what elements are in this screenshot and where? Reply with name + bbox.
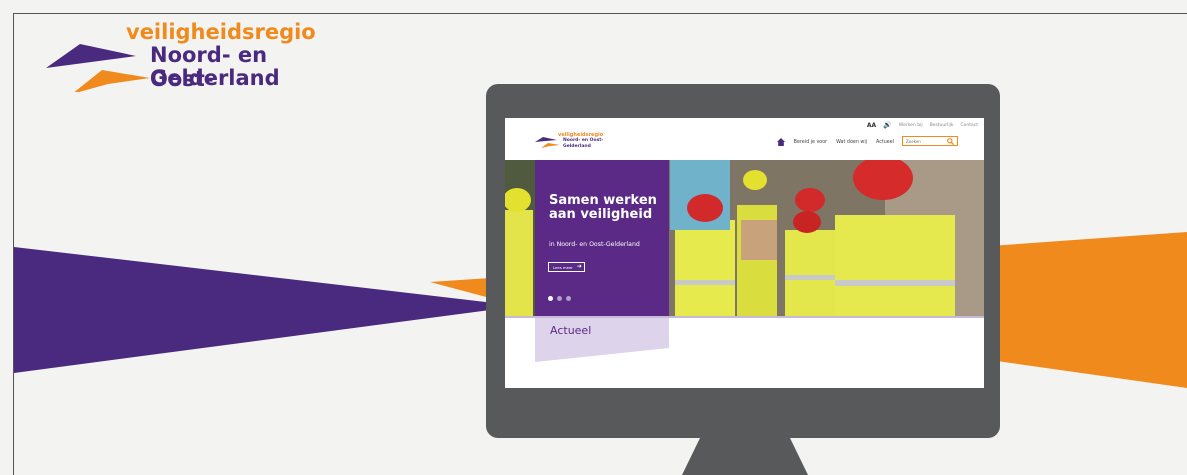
main-nav: Bereid je voor Wat doen wij Actueel: [776, 138, 894, 146]
read-more-button[interactable]: Lees meer ➜: [548, 262, 585, 272]
site-logo-line-2: Noord- en Oost-: [563, 138, 604, 143]
hero-banner: Samen werken aan veiligheid in Noord- en…: [505, 160, 984, 316]
text-size-button[interactable]: AA: [867, 122, 876, 129]
site-logo-line-3: Gelderland: [563, 144, 591, 149]
search-icon[interactable]: [947, 138, 954, 145]
hero-text-panel: Samen werken aan veiligheid in Noord- en…: [535, 160, 669, 316]
website-screen: veiligheidsregio Noord- en Oost- Gelderl…: [505, 118, 984, 388]
hero-subtitle: in Noord- en Oost-Gelderland: [549, 241, 640, 248]
read-more-label: Lees meer: [553, 264, 573, 270]
section-title-actueel: Actueel: [550, 324, 592, 337]
home-icon[interactable]: [776, 138, 785, 146]
util-link-bestuurlijk[interactable]: Bestuurlijk: [930, 123, 954, 128]
search-box[interactable]: [902, 136, 958, 146]
slide-indicator: [548, 296, 571, 301]
utility-bar: AA 🔊 Werken bij Bestuurlijk Contact: [867, 122, 978, 130]
site-header: veiligheidsregio Noord- en Oost- Gelderl…: [505, 118, 984, 160]
nav-item-wat-doen-wij[interactable]: Wat doen wij: [836, 140, 867, 145]
util-link-werken[interactable]: Werken bij: [899, 123, 923, 128]
hero-title: Samen werken aan veiligheid: [549, 193, 657, 222]
nav-item-actueel[interactable]: Actueel: [876, 140, 894, 145]
nav-item-bereid[interactable]: Bereid je voor: [794, 140, 827, 145]
arrow-right-icon: ➜: [576, 263, 582, 270]
slide-dot[interactable]: [557, 296, 562, 301]
slide-dot[interactable]: [548, 296, 553, 301]
speaker-icon[interactable]: 🔊: [883, 122, 892, 129]
slide-dot[interactable]: [566, 296, 571, 301]
util-link-contact[interactable]: Contact: [960, 123, 978, 128]
search-input[interactable]: [906, 138, 946, 144]
